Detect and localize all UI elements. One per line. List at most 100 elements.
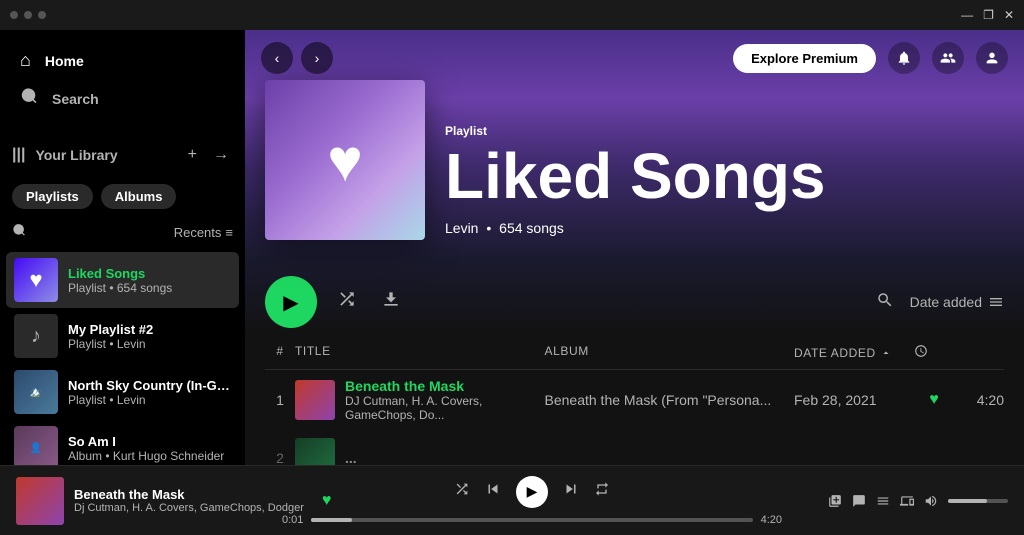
close-button[interactable]: ✕ — [1004, 8, 1014, 22]
playlist-info: My Playlist #2 Playlist • Levin — [68, 322, 231, 351]
play-button[interactable]: ▶ — [265, 276, 317, 328]
hero-count: 654 songs — [499, 220, 564, 236]
hero-info: Playlist Liked Songs Levin • 654 songs — [445, 124, 1004, 240]
minimize-button[interactable]: — — [961, 8, 973, 22]
track-name: Beneath the Mask — [345, 378, 545, 394]
player-repeat-button[interactable] — [594, 481, 610, 502]
expand-library-button[interactable]: → — [209, 142, 233, 168]
main-layout: ⌂ Home Search ||| Your Library + → — [0, 30, 1024, 465]
table-row[interactable]: 2 ... — [265, 430, 1004, 465]
volume-button[interactable] — [924, 494, 938, 508]
volume-bar[interactable] — [948, 499, 1008, 503]
hero-meta: Levin • 654 songs — [445, 220, 1004, 236]
titlebar-controls: — ❐ ✕ — [961, 8, 1014, 22]
player-controls: ▶ — [454, 476, 610, 508]
hero-user: Levin — [445, 220, 478, 236]
queue-button[interactable] — [876, 494, 890, 508]
playlist-meta: Playlist • Levin — [68, 337, 231, 351]
track-date: Feb 28, 2021 — [794, 392, 914, 408]
hero-section: ‹ › Explore Premium — [245, 30, 1024, 260]
sidebar-item-search[interactable]: Search — [8, 79, 237, 118]
hero-type-label: Playlist — [445, 124, 1004, 138]
player-play-button[interactable]: ▶ — [516, 476, 548, 508]
col-num: # — [265, 344, 295, 361]
titlebar-dots — [10, 11, 46, 19]
track-text: ... — [345, 450, 357, 465]
hero-artwork: ♥ — [265, 80, 425, 240]
player-right-controls — [828, 494, 1008, 508]
meta-dot: • — [486, 220, 495, 236]
library-title-group[interactable]: ||| Your Library — [12, 146, 184, 164]
player-center: ▶ 0:01 4:20 — [248, 476, 816, 526]
playlist-info: Liked Songs Playlist • 654 songs — [68, 266, 231, 295]
shuffle-button[interactable] — [333, 285, 361, 319]
table-row[interactable]: 1 Beneath the Mask DJ Cutman, H. A. Cove… — [265, 370, 1004, 430]
profile-button[interactable] — [976, 42, 1008, 74]
titlebar-dot — [38, 11, 46, 19]
heart-icon: ♥ — [327, 126, 363, 195]
filter-albums-button[interactable]: Albums — [101, 184, 177, 209]
titlebar-dot — [24, 11, 32, 19]
col-duration-icon — [914, 344, 954, 361]
progress-bar[interactable] — [311, 518, 752, 522]
now-playing-button[interactable] — [828, 494, 842, 508]
player-shuffle-button[interactable] — [454, 481, 470, 502]
controls-right: Date added — [876, 291, 1004, 314]
list-item[interactable]: ♪ My Playlist #2 Playlist • Levin — [6, 308, 239, 364]
filter-buttons: Playlists Albums — [0, 176, 245, 217]
col-title: Title — [295, 344, 545, 361]
titlebar: — ❐ ✕ — [0, 0, 1024, 30]
player-progress: 0:01 4:20 — [282, 514, 782, 526]
explore-premium-button[interactable]: Explore Premium — [733, 44, 876, 73]
list-item[interactable]: 🏔️ North Sky Country (In-Game) Playlist … — [6, 364, 239, 420]
topbar-right: Explore Premium — [733, 42, 1008, 74]
home-icon: ⌂ — [20, 50, 31, 71]
content-topbar: ‹ › Explore Premium — [245, 30, 1024, 86]
friends-button[interactable] — [932, 42, 964, 74]
devices-button[interactable] — [900, 494, 914, 508]
lyrics-button[interactable] — [852, 494, 866, 508]
col-album: Album — [545, 344, 795, 361]
list-item[interactable]: 👤 So Am I Album • Kurt Hugo Schneider — [6, 420, 239, 465]
player-prev-button[interactable] — [484, 480, 502, 503]
forward-button[interactable]: › — [301, 42, 333, 74]
notifications-button[interactable] — [888, 42, 920, 74]
so-am-i-thumb: 👤 — [14, 426, 58, 465]
playlist-name: So Am I — [68, 434, 231, 449]
playlist-name: North Sky Country (In-Game) — [68, 378, 231, 393]
date-added-label: Date added — [910, 294, 1004, 310]
playlist-name: Liked Songs — [68, 266, 231, 281]
player-bar: Beneath the Mask Dj Cutman, H. A. Covers… — [0, 465, 1024, 535]
list-item[interactable]: ♥ Liked Songs Playlist • 654 songs — [6, 252, 239, 308]
track-search-button[interactable] — [876, 291, 894, 314]
back-button[interactable]: ‹ — [261, 42, 293, 74]
track-name: ... — [345, 450, 357, 465]
player-next-button[interactable] — [562, 480, 580, 503]
track-artwork — [295, 438, 335, 465]
my-playlist-thumb: ♪ — [14, 314, 58, 358]
track-table: # Title Album Date added 1 Beneath — [245, 336, 1024, 465]
col-date: Date added — [794, 344, 914, 361]
track-album: Beneath the Mask (From "Persona... — [545, 392, 795, 408]
track-title-cell: ... — [295, 438, 545, 465]
playlist-meta: Playlist • Levin — [68, 393, 231, 407]
maximize-button[interactable]: ❐ — [983, 8, 994, 22]
col-spacer — [954, 344, 1004, 361]
playlist-meta: Playlist • 654 songs — [68, 281, 231, 295]
filter-playlists-button[interactable]: Playlists — [12, 184, 93, 209]
track-artist: DJ Cutman, H. A. Covers, GameChops, Do..… — [345, 394, 545, 422]
player-track-info: Beneath the Mask Dj Cutman, H. A. Covers… — [16, 477, 236, 525]
controls-bar: ▶ Date added — [245, 260, 1024, 336]
player-artwork — [16, 477, 64, 525]
add-library-button[interactable]: + — [184, 142, 201, 168]
sidebar-nav: ⌂ Home Search — [0, 30, 245, 130]
track-like-icon: ♥ — [914, 391, 954, 409]
library-search-icon[interactable] — [12, 223, 26, 242]
playlist-info: So Am I Album • Kurt Hugo Schneider — [68, 434, 231, 463]
titlebar-dot — [10, 11, 18, 19]
download-button[interactable] — [377, 285, 405, 319]
hero-title: Liked Songs — [445, 144, 1004, 208]
sidebar-item-home[interactable]: ⌂ Home — [8, 42, 237, 79]
recents-label[interactable]: Recents ≡ — [174, 225, 233, 240]
liked-songs-thumb: ♥ — [14, 258, 58, 302]
